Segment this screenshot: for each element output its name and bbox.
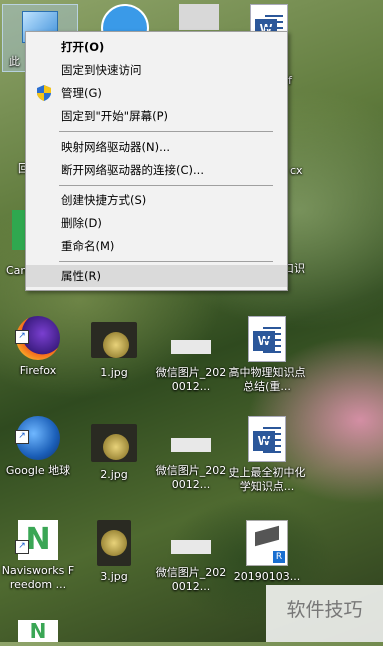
wechat-image-2[interactable]: 微信图片_2020012... xyxy=(154,420,228,492)
file-2019[interactable]: R 20190103... xyxy=(227,520,307,584)
model-file-icon: R xyxy=(246,520,288,566)
navisworks-label: Navisworks Freedom ... xyxy=(1,564,75,591)
google-earth-shortcut[interactable]: ↗ Google 地球 xyxy=(1,416,75,478)
menu-manage[interactable]: 管理(G) xyxy=(26,82,287,104)
menu-create-shortcut[interactable]: 创建快捷方式(S) xyxy=(26,189,287,211)
doc1-label: 高中物理知识点总结(重... xyxy=(228,366,306,393)
word-doc-icon: W xyxy=(248,416,286,462)
jpg3-label: 3.jpg xyxy=(100,570,128,583)
shield-icon xyxy=(37,85,51,101)
image-thumb-icon xyxy=(97,520,131,566)
word-doc-icon: W xyxy=(248,316,286,362)
firefox-label: Firefox xyxy=(19,364,57,377)
menu-properties-label: 属性(R) xyxy=(61,269,101,283)
menu-pin-start-label: 固定到"开始"屏幕(P) xyxy=(61,109,168,123)
menu-map-network-drive-label: 映射网络驱动器(N)... xyxy=(61,140,171,154)
wx1-label: 微信图片_2020012... xyxy=(155,366,227,393)
menu-pin-start[interactable]: 固定到"开始"屏幕(P) xyxy=(26,105,287,127)
right-icon-2-label: cx xyxy=(290,164,303,177)
menu-rename-label: 重命名(M) xyxy=(61,239,115,253)
context-menu: 打开(O) 固定到快速访问 管理(G) 固定到"开始"屏幕(P) 映射网络驱动器… xyxy=(25,31,288,291)
this-pc-label: 此 xyxy=(9,55,20,68)
word-doc-2[interactable]: W 史上最全初中化学知识点... xyxy=(227,416,307,494)
word-doc-top-label: f xyxy=(288,74,292,87)
jpg1-file[interactable]: 1.jpg xyxy=(77,322,151,380)
image-thumb-icon xyxy=(171,438,211,452)
google-earth-label: Google 地球 xyxy=(5,464,71,477)
image-thumb-icon xyxy=(171,540,211,554)
image-thumb-icon xyxy=(179,4,219,30)
wechat-image-3[interactable]: 微信图片_2020012... xyxy=(154,522,228,594)
menu-rename[interactable]: 重命名(M) xyxy=(26,235,287,257)
navisworks-shortcut[interactable]: N ↗ Navisworks Freedom ... xyxy=(1,520,75,592)
shortcut-arrow-icon: ↗ xyxy=(15,540,29,554)
image-thumb-icon xyxy=(91,322,137,358)
wx2-label: 微信图片_2020012... xyxy=(155,464,227,491)
menu-pin-quick-access-label: 固定到快速访问 xyxy=(61,63,142,77)
navisworks-icon: N xyxy=(18,620,58,642)
menu-delete-label: 删除(D) xyxy=(61,216,102,230)
menu-disconnect-network-drive[interactable]: 断开网络驱动器的连接(C)... xyxy=(26,159,287,181)
menu-properties[interactable]: 属性(R) xyxy=(26,265,287,287)
wechat-image-1[interactable]: 微信图片_2020012... xyxy=(154,322,228,394)
menu-open-label: 打开(O) xyxy=(61,40,105,54)
menu-map-network-drive[interactable]: 映射网络驱动器(N)... xyxy=(26,136,287,158)
shortcut-arrow-icon: ↗ xyxy=(15,430,29,444)
doc2-label: 史上最全初中化学知识点... xyxy=(228,466,306,493)
menu-create-shortcut-label: 创建快捷方式(S) xyxy=(61,193,147,207)
jpg1-label: 1.jpg xyxy=(100,366,128,379)
menu-pin-quick-access[interactable]: 固定到快速访问 xyxy=(26,59,287,81)
menu-delete[interactable]: 删除(D) xyxy=(26,212,287,234)
navisworks-shortcut-2[interactable]: N xyxy=(1,620,75,646)
menu-separator xyxy=(59,131,273,132)
wx3-label: 微信图片_2020012... xyxy=(155,566,227,593)
wechat-image-top[interactable] xyxy=(162,4,236,34)
image-thumb-icon xyxy=(171,340,211,354)
word-doc-1[interactable]: W 高中物理知识点总结(重... xyxy=(227,316,307,394)
shortcut-arrow-icon: ↗ xyxy=(15,330,29,344)
jpg2-label: 2.jpg xyxy=(100,468,128,481)
jpg2-file[interactable]: 2.jpg xyxy=(77,424,151,482)
jpg3-file[interactable]: 3.jpg xyxy=(77,520,151,584)
menu-disconnect-network-drive-label: 断开网络驱动器的连接(C)... xyxy=(61,163,204,177)
menu-separator xyxy=(59,185,273,186)
menu-separator xyxy=(59,261,273,262)
menu-manage-label: 管理(G) xyxy=(61,86,102,100)
menu-open[interactable]: 打开(O) xyxy=(26,36,287,58)
firefox-shortcut[interactable]: ↗ Firefox xyxy=(1,316,75,378)
file2019-label: 20190103... xyxy=(233,570,301,583)
watermark: 软件技巧 xyxy=(266,585,383,642)
image-thumb-icon xyxy=(91,424,137,462)
